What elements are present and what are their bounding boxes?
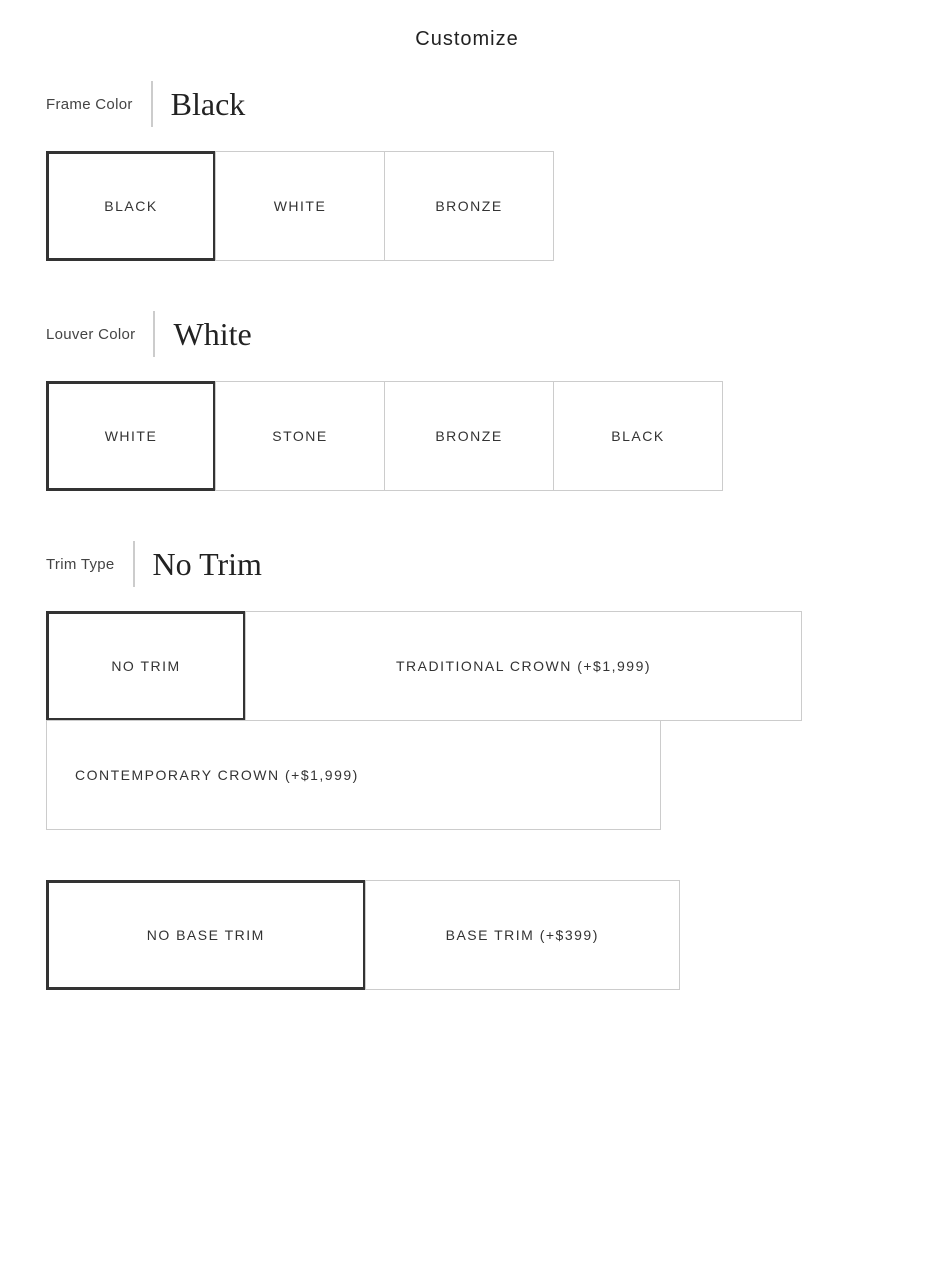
- trim-type-header: Trim Type No Trim: [46, 541, 888, 587]
- frame-color-divider: [151, 81, 153, 127]
- louver-color-label: Louver Color: [46, 326, 135, 343]
- louver-color-divider: [153, 311, 155, 357]
- louver-color-stone-button[interactable]: STONE: [215, 381, 385, 491]
- trim-traditional-crown-button[interactable]: TRADITIONAL CROWN (+$1,999): [245, 611, 802, 721]
- louver-color-bronze-button[interactable]: BRONZE: [384, 381, 554, 491]
- frame-color-label: Frame Color: [46, 96, 133, 113]
- trim-type-value: No Trim: [153, 546, 262, 583]
- frame-color-bronze-button[interactable]: BRONZE: [384, 151, 554, 261]
- base-trim-base-trim-button[interactable]: BASE TRIM (+$399): [365, 880, 681, 990]
- base-trim-no-base-button[interactable]: NO BASE TRIM: [46, 880, 366, 990]
- frame-color-header: Frame Color Black: [46, 81, 888, 127]
- page-title: Customize: [0, 0, 934, 81]
- trim-type-divider: [133, 541, 135, 587]
- louver-color-black-button[interactable]: BLACK: [553, 381, 723, 491]
- louver-color-header: Louver Color White: [46, 311, 888, 357]
- louver-color-white-button[interactable]: WHITE: [46, 381, 216, 491]
- trim-type-options: NO TRIM TRADITIONAL CROWN (+$1,999) CONT…: [46, 611, 802, 830]
- frame-color-options: BLACK WHITE BRONZE: [46, 151, 888, 261]
- louver-color-section: Louver Color White WHITE STONE BRONZE BL…: [0, 311, 934, 541]
- frame-color-white-button[interactable]: WHITE: [215, 151, 385, 261]
- frame-color-black-button[interactable]: BLACK: [46, 151, 216, 261]
- louver-color-value: White: [173, 316, 251, 353]
- base-trim-section: NO BASE TRIM BASE TRIM (+$399): [0, 870, 934, 1030]
- frame-color-section: Frame Color Black BLACK WHITE BRONZE: [0, 81, 934, 311]
- trim-type-label: Trim Type: [46, 556, 115, 573]
- trim-type-section: Trim Type No Trim NO TRIM TRADITIONAL CR…: [0, 541, 934, 870]
- trim-contemporary-crown-button[interactable]: CONTEMPORARY CROWN (+$1,999): [46, 720, 661, 830]
- frame-color-value: Black: [171, 86, 246, 123]
- louver-color-options: WHITE STONE BRONZE BLACK: [46, 381, 888, 491]
- base-trim-options: NO BASE TRIM BASE TRIM (+$399): [46, 880, 680, 990]
- trim-no-trim-button[interactable]: NO TRIM: [46, 611, 246, 721]
